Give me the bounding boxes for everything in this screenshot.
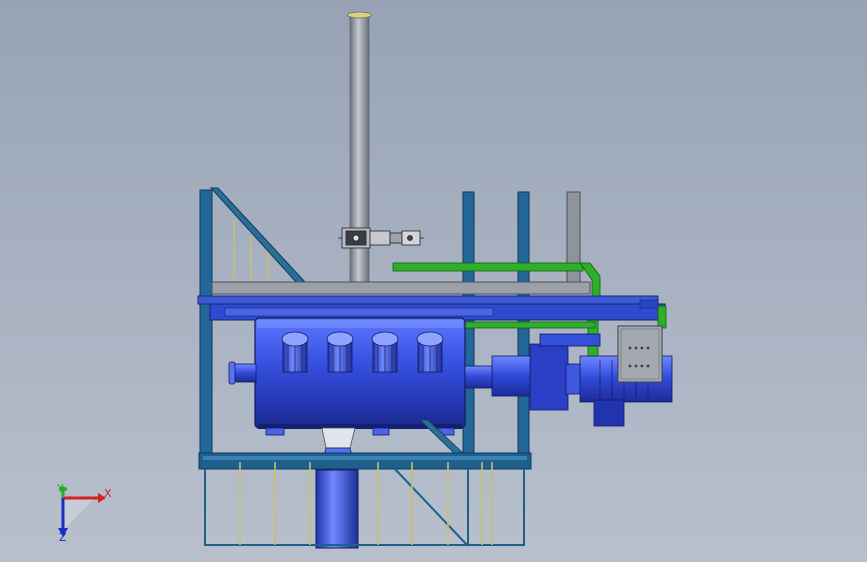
- dome-4: [416, 331, 444, 373]
- cad-model-view[interactable]: X Y Z: [0, 0, 867, 562]
- grey-plate: [566, 191, 581, 291]
- viewport-background: [0, 0, 867, 562]
- x-axis-label: X: [104, 487, 112, 500]
- coupling-housing: [491, 355, 533, 397]
- left-column: [199, 189, 213, 457]
- gearbox: [529, 343, 569, 411]
- cad-viewport[interactable]: X Y Z: [0, 0, 867, 562]
- motor-base: [593, 399, 625, 427]
- y-axis-label: Y: [56, 482, 64, 495]
- dome-3: [371, 331, 399, 373]
- control-box[interactable]: [617, 325, 663, 383]
- valve-assembly[interactable]: [338, 227, 424, 249]
- inlet-nozzle[interactable]: [228, 361, 257, 385]
- dome-2: [326, 331, 354, 373]
- z-axis-label: Z: [59, 531, 67, 544]
- dome-1: [281, 331, 309, 373]
- drive-shaft: [464, 365, 496, 389]
